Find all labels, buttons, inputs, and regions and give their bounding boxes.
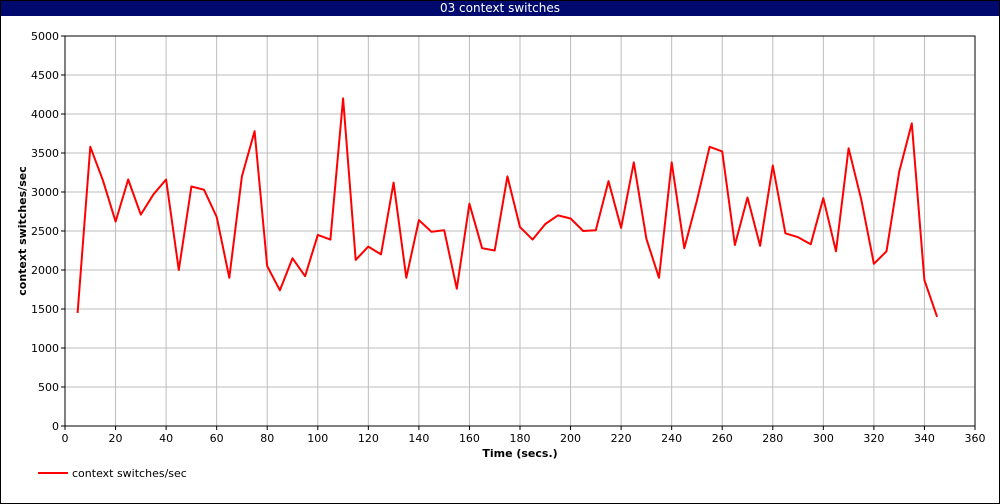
x-axis-ticks: 0 20 40 60 80 100 120 140 160 180 200 220 240 260 280 3… [62, 426, 986, 445]
y-tick-label: 2500 [31, 225, 59, 238]
x-tick-label: 100 [307, 432, 328, 445]
x-tick-label: 360 [965, 432, 986, 445]
y-axis-label: context switches/sec [16, 166, 29, 295]
x-tick-label: 140 [408, 432, 429, 445]
y-tick-label: 3000 [31, 186, 59, 199]
x-tick-label: 240 [661, 432, 682, 445]
x-tick-label: 40 [159, 432, 173, 445]
x-tick-label: 320 [863, 432, 884, 445]
x-tick-label: 120 [358, 432, 379, 445]
x-tick-label: 0 [62, 432, 69, 445]
x-tick-label: 160 [459, 432, 480, 445]
x-tick-label: 340 [914, 432, 935, 445]
y-tick-label: 1000 [31, 342, 59, 355]
x-tick-label: 300 [813, 432, 834, 445]
y-axis-ticks: 0 500 1000 1500 2000 2500 3000 3500 4000 4500 5000 [31, 30, 65, 433]
y-tick-label: 4000 [31, 108, 59, 121]
x-tick-label: 260 [712, 432, 733, 445]
legend-label: context switches/sec [72, 467, 187, 480]
legend: context switches/sec [38, 467, 187, 480]
x-tick-label: 60 [210, 432, 224, 445]
y-tick-label: 0 [52, 420, 59, 433]
y-tick-label: 4500 [31, 69, 59, 82]
x-axis-label: Time (secs.) [482, 447, 557, 460]
y-tick-label: 3500 [31, 147, 59, 160]
y-tick-label: 5000 [31, 30, 59, 43]
x-tick-label: 80 [260, 432, 274, 445]
line-chart: 0500100015002000250030003500400045005000… [16, 30, 986, 480]
x-tick-label: 220 [611, 432, 632, 445]
y-tick-label: 500 [38, 381, 59, 394]
x-tick-label: 180 [510, 432, 531, 445]
x-tick-label: 280 [762, 432, 783, 445]
y-tick-label: 1500 [31, 303, 59, 316]
x-tick-label: 20 [109, 432, 123, 445]
y-tick-label: 2000 [31, 264, 59, 277]
x-tick-label: 200 [560, 432, 581, 445]
